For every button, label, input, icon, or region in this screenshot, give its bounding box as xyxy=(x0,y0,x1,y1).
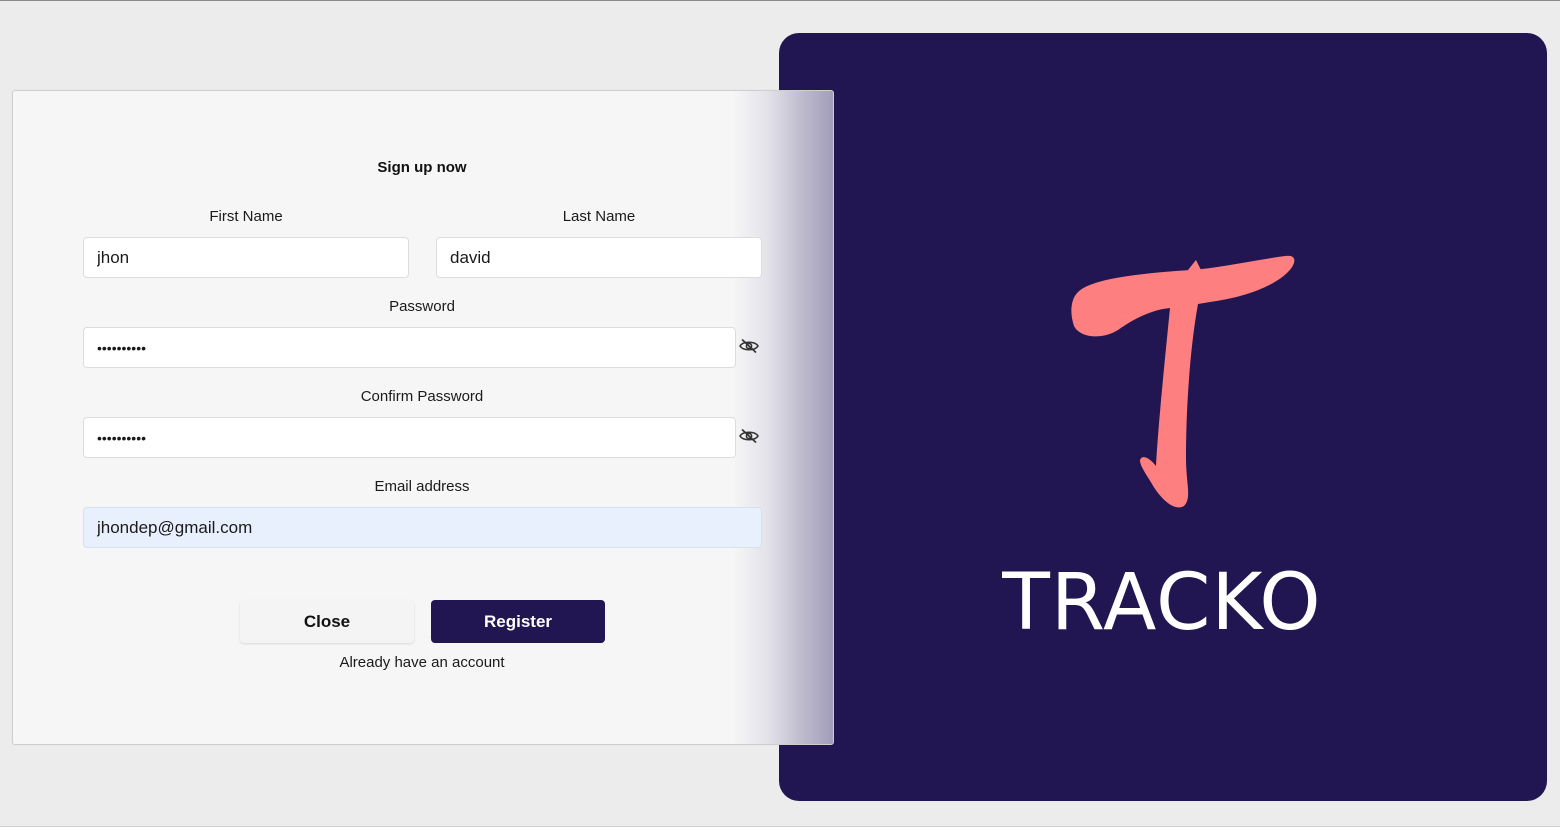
password-input[interactable] xyxy=(83,327,736,368)
eye-slash-icon[interactable] xyxy=(739,428,759,444)
close-button[interactable]: Close xyxy=(240,600,414,643)
last-name-label: Last Name xyxy=(562,208,636,225)
register-button[interactable]: Register xyxy=(431,600,605,643)
eye-slash-icon[interactable] xyxy=(739,338,759,354)
email-input[interactable] xyxy=(83,507,762,548)
first-name-label: First Name xyxy=(209,208,283,225)
form-title: Sign up now xyxy=(377,159,467,176)
login-link[interactable]: Already have an account xyxy=(322,654,522,671)
brand-name: TRACKO xyxy=(1002,558,1322,648)
confirm-password-input[interactable] xyxy=(83,417,736,458)
tracko-logo-icon xyxy=(1071,255,1295,508)
last-name-input[interactable] xyxy=(436,237,762,278)
window-top-border xyxy=(0,0,1560,1)
password-label: Password xyxy=(389,298,455,315)
first-name-input[interactable] xyxy=(83,237,409,278)
confirm-password-label: Confirm Password xyxy=(360,388,484,405)
email-label: Email address xyxy=(374,478,470,495)
